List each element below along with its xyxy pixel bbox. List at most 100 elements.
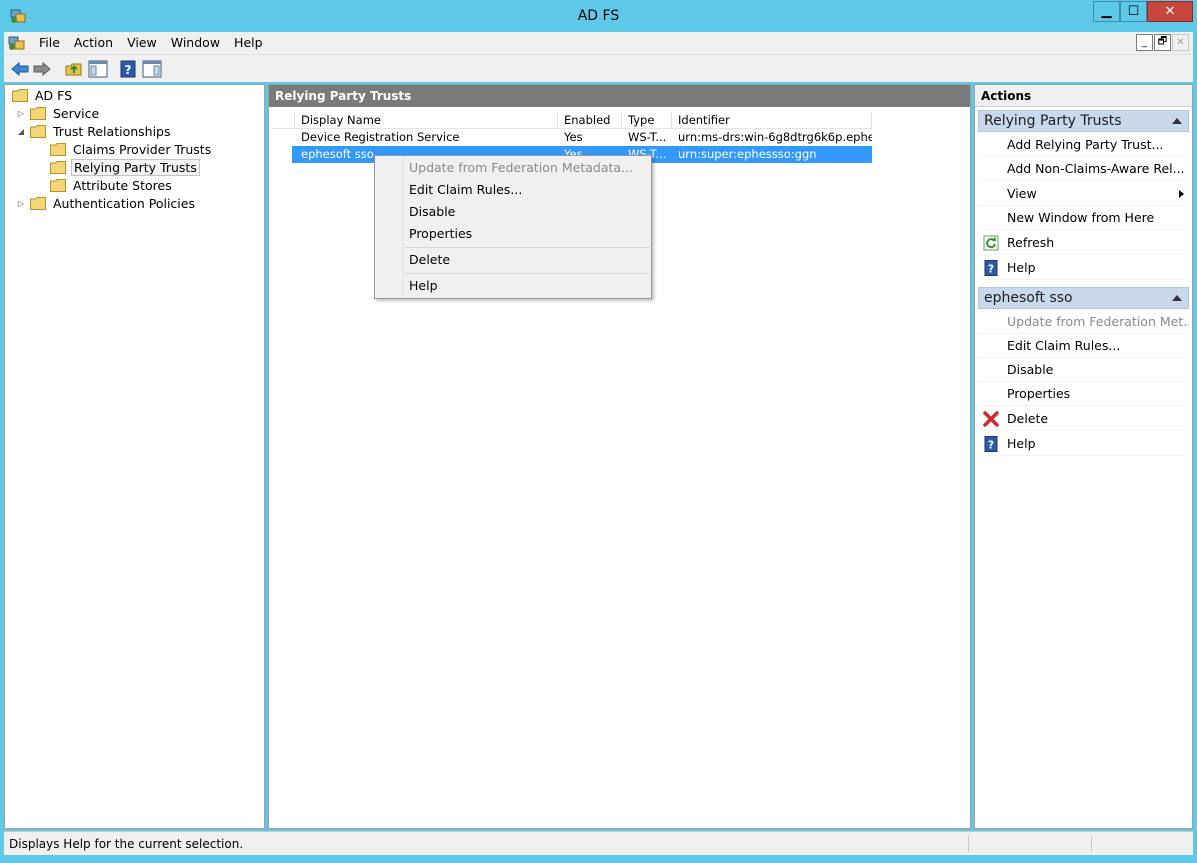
expand-icon[interactable]: ▷ [16, 109, 26, 119]
status-text: Displays Help for the current selection. [9, 837, 244, 851]
show-hide-console-tree-icon [88, 60, 108, 78]
action-new-window-from-here[interactable]: New Window from Here [978, 206, 1189, 230]
ctx-properties[interactable]: Properties [409, 224, 472, 244]
context-menu-separator [405, 273, 650, 274]
collapse-icon[interactable]: ◢ [16, 127, 26, 137]
context-menu: Update from Federation Metadata... Edit … [374, 155, 652, 299]
forward-icon [33, 62, 51, 76]
menu-bar: File Action View Window Help _ 🗗 ✕ [4, 32, 1193, 54]
section-title: Relying Party Trusts [984, 113, 1122, 129]
tree-item-label: Authentication Policies [53, 196, 195, 211]
column-header-identifier[interactable]: Identifier [672, 112, 872, 129]
close-icon: ✕ [1164, 4, 1176, 19]
action-label: Help [1007, 436, 1036, 451]
up-folder-icon [65, 63, 82, 76]
back-icon [11, 62, 29, 76]
mdi-restore-button[interactable]: 🗗 [1154, 34, 1171, 51]
show-hide-console-tree-button[interactable] [88, 59, 108, 79]
action-label: Delete [1007, 411, 1049, 426]
svg-text:?: ? [125, 63, 132, 77]
show-hide-action-pane-button[interactable] [142, 59, 162, 79]
action-label: Help [1007, 260, 1036, 275]
cell-identifier: urn:super:ephessso:ggn [678, 147, 817, 161]
folder-icon [30, 107, 46, 120]
action-edit-claim-rules[interactable]: Edit Claim Rules... [978, 334, 1189, 358]
action-delete[interactable]: Delete [978, 407, 1189, 431]
column-header-display-name[interactable]: Display Name [295, 112, 558, 129]
submenu-arrow-icon [1179, 190, 1184, 198]
column-header-type[interactable]: Type [622, 112, 672, 129]
mdi-close-button[interactable]: ✕ [1172, 34, 1189, 51]
collapse-caret-icon[interactable] [1172, 118, 1182, 124]
menu-window[interactable]: Window [164, 32, 227, 54]
ctx-help[interactable]: Help [409, 276, 438, 296]
close-button[interactable]: ✕ [1147, 1, 1193, 22]
console-icon[interactable] [8, 35, 26, 51]
action-help-selected[interactable]: ? Help [978, 432, 1189, 456]
ctx-delete[interactable]: Delete [409, 250, 450, 270]
menu-action[interactable]: Action [67, 32, 120, 54]
action-refresh[interactable]: Refresh [978, 231, 1189, 255]
title-bar[interactable]: AD FS ▁ ☐ ✕ [0, 0, 1197, 32]
context-menu-separator [405, 247, 650, 248]
tree-item-authentication-policies[interactable]: ▷ Authentication Policies [16, 195, 197, 212]
collapse-caret-icon[interactable] [1172, 295, 1182, 301]
minimize-button[interactable]: ▁ [1093, 1, 1120, 22]
folder-icon [12, 89, 28, 102]
menu-help[interactable]: Help [227, 32, 270, 54]
up-button[interactable] [64, 59, 84, 79]
tree-item-trust-relationships[interactable]: ◢ Trust Relationships [16, 123, 173, 140]
folder-icon [30, 197, 46, 210]
actions-section-relying-party-trusts[interactable]: Relying Party Trusts [978, 110, 1189, 132]
tree-item-relying-party-trusts[interactable]: Relying Party Trusts [50, 159, 200, 176]
actions-section-ephesoft-sso[interactable]: ephesoft sso [978, 287, 1189, 309]
status-bar: Displays Help for the current selection. [4, 831, 1193, 855]
tree-item-label: AD FS [35, 88, 73, 103]
minimize-icon: ▁ [1101, 4, 1112, 19]
show-hide-action-pane-icon [142, 60, 162, 78]
maximize-button[interactable]: ☐ [1120, 1, 1147, 22]
back-button[interactable] [10, 59, 30, 79]
action-help[interactable]: ? Help [978, 256, 1189, 280]
action-add-relying-party-trust[interactable]: Add Relying Party Trust... [978, 133, 1189, 157]
ctx-edit-claim-rules[interactable]: Edit Claim Rules... [409, 180, 522, 200]
delete-icon [983, 411, 999, 427]
tree-item-claims-provider-trusts[interactable]: Claims Provider Trusts [50, 141, 213, 158]
cell-enabled: Yes [564, 130, 583, 144]
cell-type: WS-T... [628, 130, 667, 144]
folder-icon [50, 161, 66, 174]
console-tree[interactable]: AD FS ▷ Service ◢ Trust Relationships Cl… [4, 84, 265, 829]
folder-icon [30, 125, 46, 138]
toolbar: ? [4, 54, 1193, 82]
actions-pane: Actions Relying Party Trusts Add Relying… [974, 84, 1193, 829]
tree-item-adfs[interactable]: AD FS [12, 87, 74, 104]
results-pane-header: Relying Party Trusts [269, 85, 970, 107]
folder-icon [50, 179, 66, 192]
context-menu-gutter [403, 158, 404, 296]
list-header: Display Name Enabled Type Identifier [272, 112, 872, 129]
tree-item-attribute-stores[interactable]: Attribute Stores [50, 177, 174, 194]
action-view[interactable]: View [978, 182, 1189, 206]
help-button[interactable]: ? [118, 59, 138, 79]
help-icon: ? [984, 436, 998, 452]
menu-view[interactable]: View [120, 32, 164, 54]
action-label: Refresh [1007, 235, 1055, 250]
forward-button[interactable] [32, 59, 52, 79]
table-row[interactable]: Device Registration Service Yes WS-T... … [272, 129, 872, 146]
status-separator [1091, 835, 1092, 852]
mdi-minimize-button[interactable]: _ [1136, 34, 1153, 51]
action-update-from-federation-metadata[interactable]: Update from Federation Met... [978, 310, 1189, 334]
ctx-disable[interactable]: Disable [409, 202, 455, 222]
action-disable[interactable]: Disable [978, 358, 1189, 382]
help-icon: ? [120, 60, 136, 78]
action-properties[interactable]: Properties [978, 382, 1189, 406]
column-header-enabled[interactable]: Enabled [558, 112, 622, 129]
tree-item-service[interactable]: ▷ Service [16, 105, 101, 122]
ctx-update-from-federation-metadata[interactable]: Update from Federation Metadata... [409, 158, 633, 178]
menu-file[interactable]: File [32, 32, 67, 54]
action-add-non-claims-aware[interactable]: Add Non-Claims-Aware Rel... [978, 157, 1189, 181]
adfs-window: AD FS ▁ ☐ ✕ File Action View Window Help… [0, 0, 1197, 863]
help-icon: ? [984, 260, 998, 276]
expand-icon[interactable]: ▷ [16, 199, 26, 209]
window-title: AD FS [577, 8, 620, 24]
